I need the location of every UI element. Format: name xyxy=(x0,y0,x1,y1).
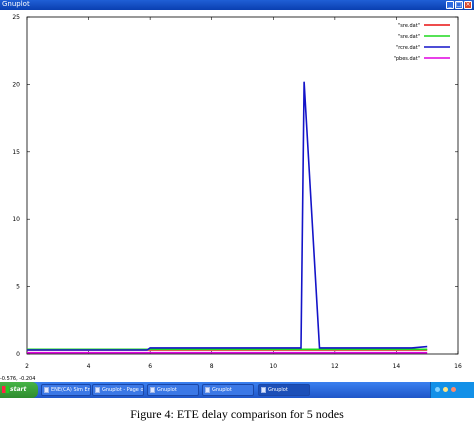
window-controls: _ □ × xyxy=(446,1,472,9)
plot-legend: "sre.dat" "sre.dat" "rcre.dat" "pbes.dat" xyxy=(394,23,450,62)
taskbar-button-label: Gnuplot xyxy=(157,387,177,393)
taskbar-button[interactable]: Gnuplot xyxy=(258,384,310,396)
taskbar-button-label: Gnuplot - Page o... xyxy=(102,387,144,393)
legend-label: "sre.dat" xyxy=(398,23,420,29)
legend-label: "rcre.dat" xyxy=(396,45,420,51)
figure-caption: Figure 4: ETE delay comparison for 5 nod… xyxy=(130,407,344,421)
app-window-icon xyxy=(44,387,49,393)
tray-volume-icon[interactable] xyxy=(443,387,448,392)
maximize-button[interactable]: □ xyxy=(455,1,463,9)
tray-network-icon[interactable] xyxy=(435,387,440,392)
plot-border xyxy=(26,16,459,355)
app-window-icon xyxy=(261,387,266,393)
plot-axes: 2 4 6 8 10 12 14 16 0 5 10 15 20 25 xyxy=(12,14,462,370)
close-button[interactable]: × xyxy=(464,1,472,9)
window-titlebar: Gnuplot _ □ × xyxy=(0,0,474,10)
taskbar-button-label: Gnuplot xyxy=(268,387,288,393)
taskbar-button[interactable]: ENE(CA) Sim En... xyxy=(41,384,91,396)
legend-label: "pbes.dat" xyxy=(394,56,420,62)
y-tick-label: 25 xyxy=(12,14,20,21)
y-tick-label: 10 xyxy=(12,216,20,223)
plot-series xyxy=(27,81,428,354)
x-tick-label: 2 xyxy=(25,363,29,370)
plot-area[interactable]: 2 4 6 8 10 12 14 160510152025 "sre.dat""sre.dat… xyxy=(0,10,474,376)
tray-security-icon[interactable] xyxy=(451,387,456,392)
x-tick-label: 8 xyxy=(210,363,214,370)
y-tick-label: 20 xyxy=(12,81,20,88)
taskbar-button-label: ENE(CA) Sim En... xyxy=(51,387,91,393)
start-button[interactable]: start xyxy=(0,382,38,398)
y-tick-label: 15 xyxy=(12,149,20,156)
y-tick-label: 5 xyxy=(16,284,20,291)
system-tray xyxy=(430,382,474,398)
x-tick-label: 10 xyxy=(269,363,277,370)
x-tick-label: 12 xyxy=(331,363,339,370)
app-window-icon xyxy=(205,387,210,393)
series-line-2 xyxy=(27,81,428,351)
taskbar-button[interactable]: Gnuplot xyxy=(202,384,254,396)
x-tick-label: 16 xyxy=(454,363,462,370)
app-window-icon xyxy=(95,387,100,393)
taskbar-button[interactable]: Gnuplot - Page o... xyxy=(92,384,144,396)
x-tick-label: 14 xyxy=(393,363,401,370)
minimize-button[interactable]: _ xyxy=(446,1,454,9)
taskbar-button-label: Gnuplot xyxy=(212,387,232,393)
start-label: start xyxy=(10,386,27,393)
x-tick-label: 6 xyxy=(148,363,152,370)
window-title: Gnuplot xyxy=(2,0,30,8)
taskbar-button[interactable]: Gnuplot xyxy=(147,384,199,396)
x-tick-label: 4 xyxy=(87,363,91,370)
taskbar: start ENE(CA) Sim En... Gnuplot - Page o.… xyxy=(0,382,474,398)
y-tick-label: 0 xyxy=(16,351,20,358)
app-window-icon xyxy=(150,387,155,393)
legend-label: "sre.dat" xyxy=(398,34,420,40)
windows-logo-icon xyxy=(2,386,9,393)
